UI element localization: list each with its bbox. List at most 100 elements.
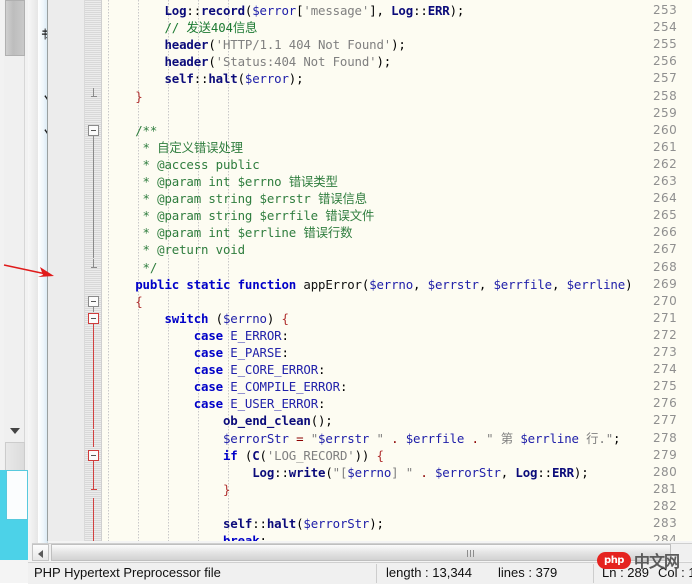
- outer-vertical-scrollbar[interactable]: [4, 0, 25, 474]
- line-number: 263: [653, 174, 678, 188]
- code-line[interactable]: 265 * @param string $errfile 错误文件: [48, 207, 692, 224]
- line-number: 267: [653, 242, 678, 257]
- code-text[interactable]: * @return void: [106, 241, 245, 258]
- code-text[interactable]: ob_end_clean();: [106, 412, 333, 429]
- code-text[interactable]: header('Status:404 Not Found');: [106, 53, 391, 70]
- code-text[interactable]: // 发送404信息: [106, 19, 257, 36]
- status-separator: [593, 564, 594, 583]
- code-line[interactable]: 276 case E_USER_ERROR:: [48, 395, 692, 412]
- fold-toggle-button[interactable]: [88, 295, 99, 307]
- line-number: 273: [653, 345, 678, 359]
- code-text[interactable]: public static function appError($errno, …: [106, 276, 632, 293]
- fold-line: [93, 87, 94, 97]
- code-text[interactable]: Log::record($error['message'], Log::ERR)…: [106, 2, 464, 19]
- code-text[interactable]: * 自定义错误处理: [106, 139, 243, 156]
- code-line[interactable]: 281 }: [48, 481, 692, 498]
- code-line[interactable]: 259: [48, 105, 692, 122]
- code-line[interactable]: 260 /**: [48, 122, 692, 139]
- code-line[interactable]: 253 Log::record($error['message'], Log::…: [48, 2, 692, 19]
- code-line[interactable]: 254 // 发送404信息: [48, 19, 692, 36]
- code-text[interactable]: * @param int $errline 错误行数: [106, 224, 353, 241]
- code-line[interactable]: 269 public static function appError($err…: [48, 276, 692, 293]
- code-line[interactable]: 268 */: [48, 259, 692, 276]
- fold-line: [93, 497, 94, 515]
- fold-toggle-button[interactable]: [88, 124, 99, 136]
- status-separator: [376, 564, 377, 583]
- cyan-side-panel: [0, 470, 28, 560]
- line-number: 281: [653, 481, 678, 496]
- code-text[interactable]: case E_ERROR:: [106, 327, 289, 344]
- line-number: 259: [653, 105, 678, 120]
- fold-toggle-button[interactable]: [88, 312, 99, 324]
- code-text[interactable]: * @param int $errno 错误类型: [106, 173, 338, 190]
- fold-line: [93, 395, 94, 413]
- fold-line: [93, 515, 94, 533]
- line-number: 283: [653, 516, 678, 530]
- code-text[interactable]: * @param string $errstr 错误信息: [106, 190, 368, 207]
- code-text[interactable]: Log::write("[$errno] " . $errorStr, Log:…: [106, 464, 588, 481]
- code-text[interactable]: }: [106, 481, 230, 498]
- code-line[interactable]: 283 self::halt($errorStr);: [48, 515, 692, 532]
- code-line[interactable]: 273 case E_PARSE:: [48, 344, 692, 361]
- horizontal-scrollbar[interactable]: [32, 543, 692, 561]
- fold-toggle-button[interactable]: [88, 449, 99, 461]
- line-number: 264: [653, 191, 678, 206]
- code-text[interactable]: if (C('LOG_RECORD')) {: [106, 447, 384, 464]
- fold-line: [93, 306, 94, 312]
- line-number: 278: [653, 430, 678, 445]
- code-text[interactable]: case E_COMPILE_ERROR:: [106, 378, 348, 395]
- line-number: 284: [653, 533, 678, 541]
- chevron-down-icon[interactable]: [10, 428, 20, 434]
- php-watermark: php 中文网: [597, 549, 692, 571]
- code-text[interactable]: header('HTTP/1.1 404 Not Found');: [106, 36, 405, 53]
- code-editor[interactable]: 253 Log::record($error['message'], Log::…: [47, 0, 692, 541]
- code-line[interactable]: 280 Log::write("[$errno] " . $errorStr, …: [48, 464, 692, 481]
- code-line[interactable]: 282: [48, 498, 692, 515]
- horizontal-scrollbar-thumb[interactable]: [51, 544, 671, 561]
- fold-line: [93, 378, 94, 396]
- code-text[interactable]: * @access public: [106, 156, 260, 173]
- code-text[interactable]: case E_CORE_ERROR:: [106, 361, 326, 378]
- code-text[interactable]: $errorStr = "$errstr " . $errfile . " 第 …: [106, 430, 621, 447]
- code-line[interactable]: 264 * @param string $errstr 错误信息: [48, 190, 692, 207]
- code-line[interactable]: 274 case E_CORE_ERROR:: [48, 361, 692, 378]
- code-text[interactable]: self::halt($errorStr);: [106, 515, 384, 532]
- code-line[interactable]: 255 header('HTTP/1.1 404 Not Found');: [48, 36, 692, 53]
- code-text[interactable]: }: [106, 88, 142, 105]
- code-line[interactable]: 261 * 自定义错误处理: [48, 139, 692, 156]
- code-line[interactable]: 267 * @return void: [48, 241, 692, 258]
- code-line[interactable]: 257 self::halt($error);: [48, 70, 692, 87]
- chevron-left-icon[interactable]: [32, 544, 49, 561]
- code-line[interactable]: 266 * @param int $errline 错误行数: [48, 224, 692, 241]
- line-number: 272: [653, 327, 678, 342]
- code-text[interactable]: switch ($errno) {: [106, 310, 288, 327]
- fold-line: [93, 258, 94, 268]
- fold-line: [93, 155, 94, 173]
- code-line[interactable]: 284 break;: [48, 532, 692, 541]
- code-line[interactable]: 262 * @access public: [48, 156, 692, 173]
- code-text[interactable]: */: [106, 259, 158, 276]
- code-line[interactable]: 277 ob_end_clean();: [48, 412, 692, 429]
- line-number: 268: [653, 259, 678, 274]
- code-line[interactable]: 275 case E_COMPILE_ERROR:: [48, 378, 692, 395]
- line-number: 270: [653, 293, 678, 308]
- code-line[interactable]: 263 * @param int $errno 错误类型: [48, 173, 692, 190]
- fold-line: [93, 480, 94, 490]
- code-text[interactable]: self::halt($error);: [106, 70, 303, 87]
- code-line[interactable]: 278 $errorStr = "$errstr " . $errfile . …: [48, 430, 692, 447]
- code-line[interactable]: 256 header('Status:404 Not Found');: [48, 53, 692, 70]
- fold-line: [93, 344, 94, 362]
- code-line[interactable]: 270 {: [48, 293, 692, 310]
- code-text[interactable]: {: [106, 293, 142, 310]
- code-line[interactable]: 272 case E_ERROR:: [48, 327, 692, 344]
- code-line[interactable]: 279 if (C('LOG_RECORD')) {: [48, 447, 692, 464]
- code-text[interactable]: * @param string $errfile 错误文件: [106, 207, 375, 224]
- code-line[interactable]: 271 switch ($errno) {: [48, 310, 692, 327]
- code-text[interactable]: break;: [106, 532, 267, 541]
- code-text[interactable]: case E_PARSE:: [106, 344, 289, 361]
- code-line[interactable]: 258 }: [48, 88, 692, 105]
- outer-scrollbar-thumb[interactable]: [5, 0, 25, 56]
- line-number: 274: [653, 362, 678, 377]
- code-text[interactable]: /**: [106, 122, 157, 139]
- code-text[interactable]: case E_USER_ERROR:: [106, 395, 326, 412]
